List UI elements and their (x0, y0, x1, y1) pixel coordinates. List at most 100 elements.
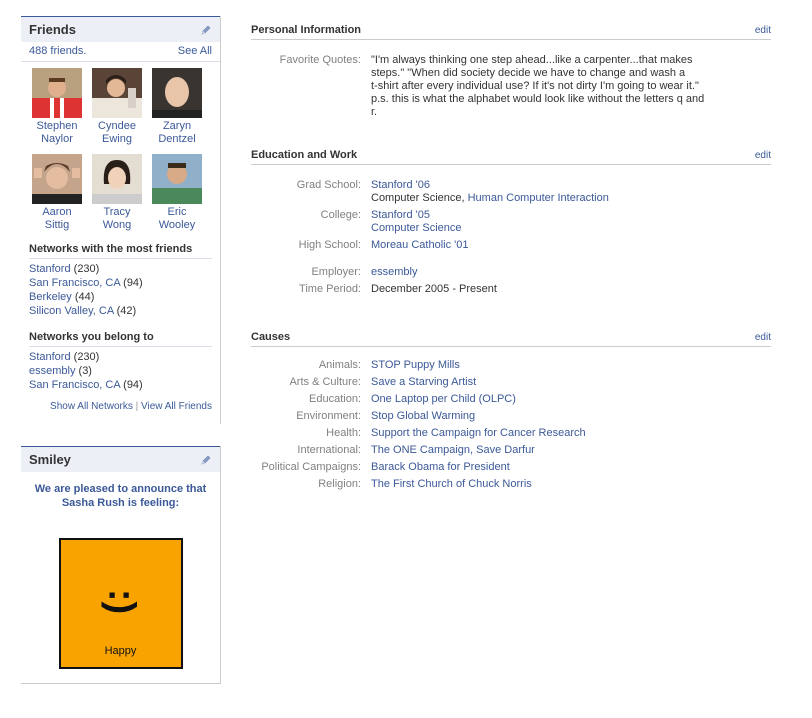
friend-photo[interactable] (32, 154, 82, 204)
cause-label: Animals: (318, 359, 361, 371)
network-count: (42) (116, 305, 137, 317)
friend-photo[interactable] (92, 154, 142, 204)
cause-link[interactable]: Save a Starving Artist (371, 376, 476, 388)
smiley-face-glyph: :) (100, 588, 142, 615)
cause-row: Health: Support the Campaign for Cancer R… (251, 427, 771, 440)
education-work-section: Education and Work edit Grad School: Sta… (251, 149, 771, 296)
pencil-icon[interactable] (200, 454, 212, 466)
cause-link[interactable]: One Laptop per Child (OLPC) (371, 393, 516, 405)
friends-count-link[interactable]: 488 friends. (29, 45, 86, 57)
info-label: Time Period: (299, 283, 361, 295)
networks-footer-links: Show All Networks | View All Friends (21, 392, 220, 424)
info-label: Grad School: (296, 179, 361, 191)
college-link[interactable]: Stanford '05 (371, 209, 430, 221)
college-value: Stanford '05 Computer Science (371, 209, 741, 235)
friend-last-name[interactable]: Dentzel (147, 133, 207, 146)
smiley-mood-label: Happy (104, 645, 137, 657)
info-row: High School: Moreau Catholic '01 (251, 239, 771, 252)
cause-link[interactable]: The First Church of Chuck Norris (371, 478, 532, 490)
network-count: (230) (73, 263, 100, 275)
network-row: Stanford (230) (29, 262, 212, 276)
friend-first-name[interactable]: Zaryn (147, 120, 207, 133)
network-link[interactable]: San Francisco, CA (29, 379, 120, 391)
employer-link[interactable]: essembly (371, 266, 417, 278)
cause-row: Animals: STOP Puppy Mills (251, 359, 771, 372)
friends-subheader: 488 friends. See All (21, 42, 220, 62)
network-link[interactable]: San Francisco, CA (29, 277, 120, 289)
show-all-networks-link[interactable]: Show All Networks (50, 401, 133, 412)
cause-label: Health: (326, 427, 361, 439)
smiley-message: We are pleased to announce that Sasha Ru… (34, 483, 207, 509)
college-major-link[interactable]: Computer Science (371, 222, 462, 234)
cause-link[interactable]: STOP Puppy Mills (371, 359, 460, 371)
high-school-link[interactable]: Moreau Catholic '01 (371, 239, 469, 251)
cause-link[interactable]: The ONE Campaign, Save Darfur (371, 444, 535, 456)
friend-first-name[interactable]: Stephen (27, 120, 87, 133)
smiley-box-header: Smiley (21, 446, 220, 472)
friend-last-name[interactable]: Wong (87, 219, 147, 232)
cause-row: Political Campaigns: Barack Obama for Pre… (251, 461, 771, 474)
network-row: Berkeley (44) (29, 290, 212, 304)
pencil-icon[interactable] (200, 24, 212, 36)
network-link[interactable]: Silicon Valley, CA (29, 305, 114, 317)
quote-line: t-shirt after every individual use? If i… (371, 80, 699, 92)
friend-last-name[interactable]: Ewing (87, 133, 147, 146)
friend-photo[interactable] (32, 68, 82, 118)
network-link[interactable]: Stanford (29, 351, 71, 363)
edit-link[interactable]: edit (755, 25, 771, 36)
friend-last-name[interactable]: Wooley (147, 219, 207, 232)
friend-tile[interactable]: Aaron Sittig (27, 154, 87, 232)
friend-photo[interactable] (152, 68, 202, 118)
friend-last-name[interactable]: Naylor (27, 133, 87, 146)
friend-tile[interactable]: Stephen Naylor (27, 68, 87, 146)
edit-link[interactable]: edit (755, 332, 771, 343)
section-title: Personal Information (251, 24, 362, 36)
cause-label: Environment: (296, 410, 361, 422)
friend-first-name[interactable]: Eric (147, 206, 207, 219)
edit-link[interactable]: edit (755, 150, 771, 161)
causes-list: Animals: STOP Puppy Mills Arts & Culture:… (251, 359, 771, 491)
cause-label: International: (297, 444, 361, 456)
view-all-friends-link[interactable]: View All Friends (141, 401, 212, 412)
grad-major-link[interactable]: Human Computer Interaction (468, 192, 609, 204)
networks-most-friends-heading: Networks with the most friends (29, 240, 212, 259)
network-count: (94) (123, 379, 143, 391)
section-title: Education and Work (251, 149, 358, 161)
info-row: Time Period: December 2005 - Present (251, 283, 771, 296)
cause-link[interactable]: Stop Global Warming (371, 410, 475, 422)
friends-grid: Stephen Naylor Cyndee Ewing Zaryn Dentze… (21, 62, 220, 240)
cause-row: Education: One Laptop per Child (OLPC) (251, 393, 771, 406)
network-row: San Francisco, CA (94) (29, 378, 212, 392)
grad-major-text: Computer Science, (371, 192, 465, 204)
friend-first-name[interactable]: Cyndee (87, 120, 147, 133)
link-separator: | (135, 401, 139, 412)
cause-label: Education: (309, 393, 361, 405)
friend-tile[interactable]: Eric Wooley (147, 154, 207, 232)
causes-section: Causes edit Animals: STOP Puppy Mills Art… (251, 331, 771, 491)
friend-photo[interactable] (152, 154, 202, 204)
network-link[interactable]: Berkeley (29, 291, 72, 303)
section-title: Causes (251, 331, 291, 343)
friend-last-name[interactable]: Sittig (27, 219, 87, 232)
cause-link[interactable]: Barack Obama for President (371, 461, 510, 473)
info-row: Favorite Quotes: "I'm always thinking on… (251, 54, 771, 119)
network-count: (94) (123, 277, 143, 289)
friend-tile[interactable]: Zaryn Dentzel (147, 68, 207, 146)
networks-belong-heading: Networks you belong to (29, 328, 212, 347)
info-row: College: Stanford '05 Computer Science (251, 209, 771, 235)
info-label: Employer: (311, 266, 361, 278)
info-label: College: (320, 209, 361, 221)
cause-link[interactable]: Support the Campaign for Cancer Research (371, 427, 586, 439)
friend-first-name[interactable]: Tracy (87, 206, 147, 219)
network-count: (3) (78, 365, 92, 377)
friend-tile[interactable]: Tracy Wong (87, 154, 147, 232)
friend-first-name[interactable]: Aaron (27, 206, 87, 219)
network-link[interactable]: essembly (29, 365, 75, 377)
see-all-link[interactable]: See All (178, 45, 212, 57)
cause-row: Environment: Stop Global Warming (251, 410, 771, 423)
friend-photo[interactable] (92, 68, 142, 118)
quote-line: "I'm always thinking one step ahead...li… (371, 54, 693, 66)
network-link[interactable]: Stanford (29, 263, 71, 275)
grad-school-link[interactable]: Stanford '06 (371, 179, 430, 191)
friend-tile[interactable]: Cyndee Ewing (87, 68, 147, 146)
